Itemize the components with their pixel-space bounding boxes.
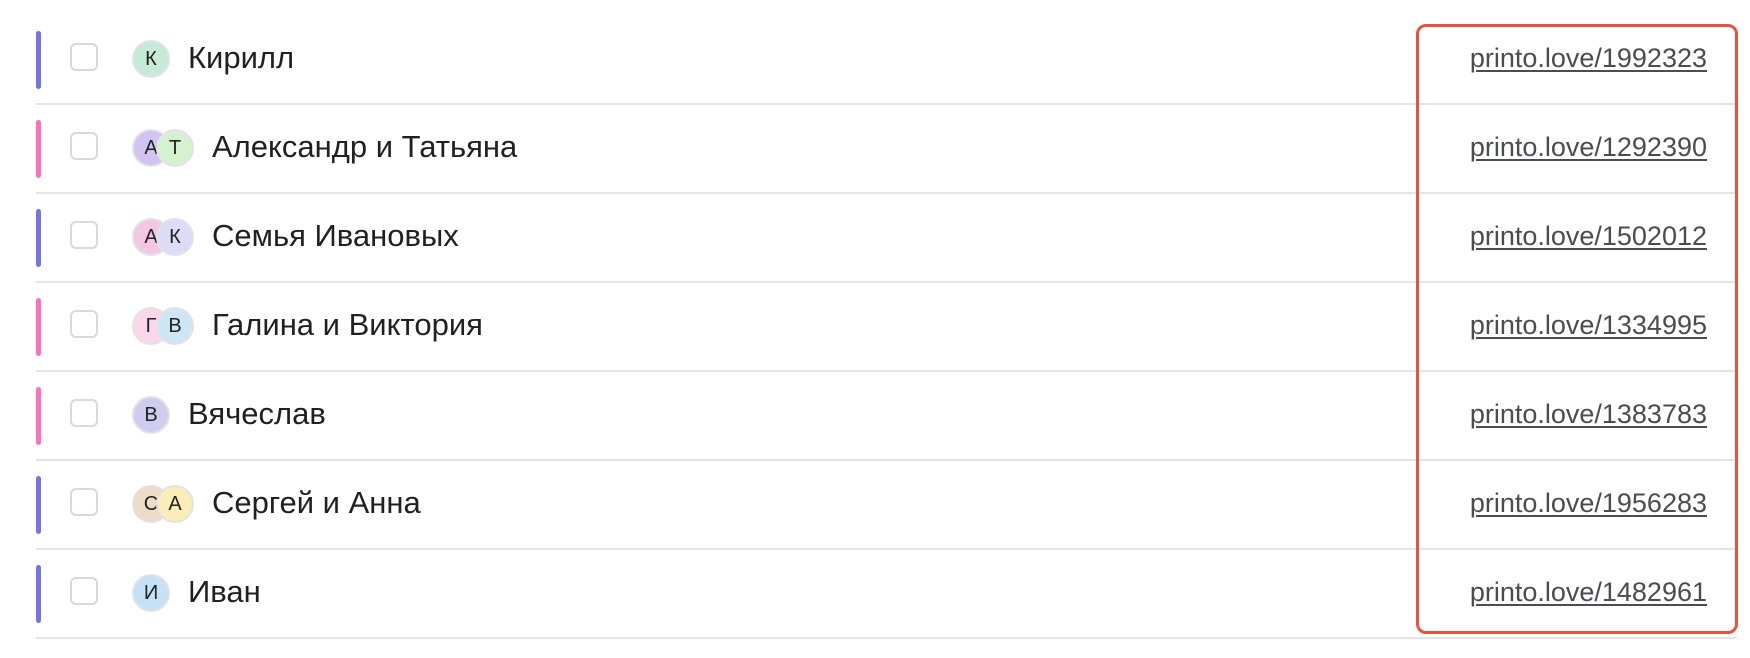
list-item[interactable]: ГВ Галина и Виктория printo.love/1334995 (36, 283, 1737, 372)
row-checkbox[interactable] (70, 488, 98, 516)
list-item[interactable]: АТ Александр и Татьяна printo.love/12923… (36, 105, 1737, 194)
row-accent-bar (36, 209, 41, 267)
avatar-group: К (132, 40, 170, 78)
guest-list: К Кирилл printo.love/1992323 АТ Александ… (36, 16, 1737, 639)
row-link[interactable]: printo.love/1482961 (1470, 572, 1707, 612)
row-accent-bar (36, 387, 41, 445)
avatar: В (156, 307, 194, 345)
row-checkbox[interactable] (70, 577, 98, 605)
row-name: Александр и Татьяна (212, 129, 518, 164)
avatar-group: В (132, 396, 170, 434)
avatar: И (132, 574, 170, 612)
row-checkbox[interactable] (70, 132, 98, 160)
list-item[interactable]: СА Сергей и Анна printo.love/1956283 (36, 461, 1737, 550)
row-checkbox[interactable] (70, 399, 98, 427)
row-link[interactable]: printo.love/1383783 (1470, 394, 1707, 434)
row-name: Кирилл (188, 40, 295, 75)
row-accent-bar (36, 298, 41, 356)
avatar: К (132, 40, 170, 78)
row-checkbox[interactable] (70, 221, 98, 249)
row-accent-bar (36, 120, 41, 178)
avatar-group: АТ (132, 129, 194, 167)
row-accent-bar (36, 31, 41, 89)
row-link[interactable]: printo.love/1334995 (1470, 305, 1707, 345)
avatar: К (156, 218, 194, 256)
avatar-group: АК (132, 218, 194, 256)
avatar-group: СА (132, 485, 194, 523)
row-link[interactable]: printo.love/1956283 (1470, 483, 1707, 523)
avatar-group: И (132, 574, 170, 612)
avatar: Т (156, 129, 194, 167)
row-link[interactable]: printo.love/1992323 (1470, 38, 1707, 78)
list-item[interactable]: В Вячеслав printo.love/1383783 (36, 372, 1737, 461)
avatar-group: ГВ (132, 307, 194, 345)
row-name: Сергей и Анна (212, 485, 421, 520)
row-link[interactable]: printo.love/1502012 (1470, 216, 1707, 256)
row-name: Галина и Виктория (212, 307, 483, 342)
row-checkbox[interactable] (70, 310, 98, 338)
row-accent-bar (36, 476, 41, 534)
row-name: Семья Ивановых (212, 218, 459, 253)
row-link[interactable]: printo.love/1292390 (1470, 127, 1707, 167)
list-item[interactable]: К Кирилл printo.love/1992323 (36, 16, 1737, 105)
row-name: Иван (188, 574, 261, 609)
avatar: А (156, 485, 194, 523)
row-checkbox[interactable] (70, 43, 98, 71)
row-name: Вячеслав (188, 396, 326, 431)
list-item[interactable]: И Иван printo.love/1482961 (36, 550, 1737, 639)
row-accent-bar (36, 565, 41, 623)
avatar: В (132, 396, 170, 434)
list-item[interactable]: АК Семья Ивановых printo.love/1502012 (36, 194, 1737, 283)
